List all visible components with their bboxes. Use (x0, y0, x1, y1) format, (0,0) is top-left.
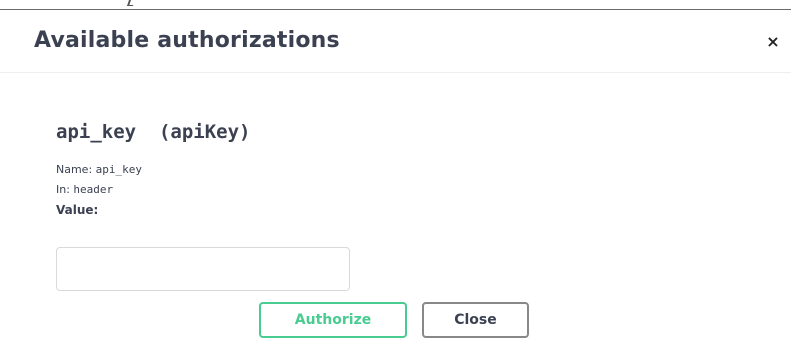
api-key-auth-section: api_key (apiKey) Name: api_key In: heade… (56, 120, 756, 291)
value-label: Value: (56, 203, 99, 217)
in-value: header (73, 183, 114, 196)
background-text-fragment (127, 0, 135, 6)
name-row: Name: api_key (56, 161, 756, 179)
api-key-value-input[interactable] (56, 247, 350, 291)
in-row: In: header (56, 181, 756, 199)
name-label: Name: (56, 163, 93, 176)
close-icon[interactable]: × (765, 32, 781, 52)
auth-scheme-heading: api_key (apiKey) (56, 121, 251, 143)
modal-button-row: Authorize Close (0, 302, 791, 338)
close-button[interactable]: Close (422, 302, 529, 338)
background-page-fragment (0, 0, 791, 9)
name-value: api_key (95, 163, 143, 176)
page: Available authorizations × api_key (apiK… (0, 0, 791, 356)
authorize-button[interactable]: Authorize (259, 302, 407, 338)
modal-header: Available authorizations × (0, 10, 791, 73)
in-label: In: (56, 183, 70, 196)
modal-title: Available authorizations (34, 28, 340, 53)
authorizations-modal: Available authorizations × api_key (apiK… (0, 9, 791, 356)
